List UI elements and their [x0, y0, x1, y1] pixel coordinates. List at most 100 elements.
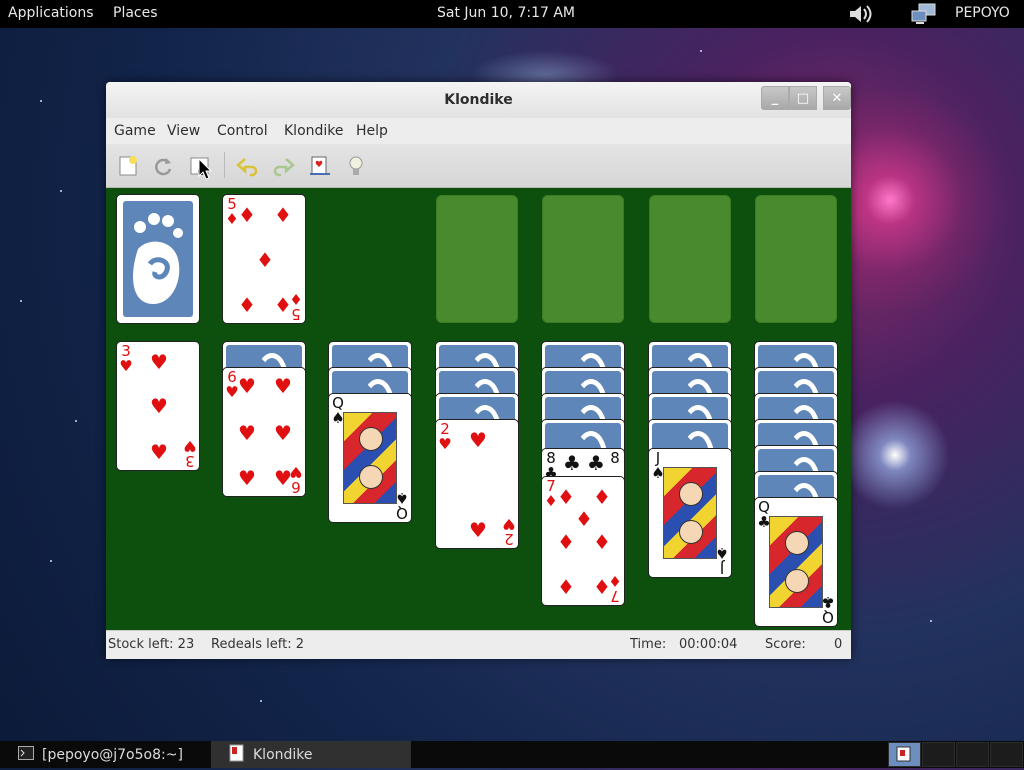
- diamond-pip: ♦: [256, 248, 274, 272]
- heart-pip: ♥: [238, 374, 256, 398]
- undo-icon[interactable]: [236, 154, 260, 178]
- taskbar-terminal-label: [pepoyo@j7o5o8:~]: [42, 746, 183, 763]
- tableau-card[interactable]: J ♠ J ♠: [648, 448, 732, 578]
- tableau-card[interactable]: 6 ♥ 6 ♥ ♥ ♥ ♥ ♥ ♥ ♥: [222, 367, 306, 497]
- time-label: Time:: [630, 637, 667, 652]
- hint-icon[interactable]: [344, 154, 368, 178]
- diamond-pip: ♦: [593, 530, 611, 554]
- queen-face-art: [343, 412, 397, 504]
- game-board: 5 ♦ 5 ♦ ♦ ♦ ♦ ♦ ♦ 3 ♥ 3 ♥ ♥ ♥ ♥ 6 ♥ 6 ♥ ♥ ♥ ♥: [106, 188, 851, 630]
- toolbar: [106, 144, 851, 188]
- heart-pip: ♥: [469, 428, 487, 452]
- star: [260, 700, 262, 702]
- applications-menu[interactable]: Applications: [8, 5, 94, 21]
- club-pip: ♣: [563, 451, 581, 475]
- new-game-icon[interactable]: [116, 154, 140, 178]
- terminal-icon: [18, 745, 34, 764]
- minimize-button[interactable]: _: [761, 86, 789, 110]
- redeals-left: Redeals left: 2: [211, 637, 305, 652]
- tableau-card[interactable]: 2 ♥ 2 ♥ ♥ ♥: [435, 419, 519, 549]
- diamond-pip: ♦: [274, 203, 292, 227]
- heart-pip: ♥: [274, 374, 292, 398]
- jack-face-art: [663, 467, 717, 559]
- card-rank: 3 ♥: [119, 342, 133, 375]
- taskbar-klondike[interactable]: Klondike: [211, 741, 411, 768]
- workspace-3[interactable]: [956, 742, 989, 767]
- star: [60, 190, 62, 192]
- foundation-slot[interactable]: [649, 195, 731, 323]
- heart-pip: ♥: [150, 350, 168, 374]
- maximize-button[interactable]: □: [789, 86, 817, 110]
- card-rank: 2 ♥: [438, 420, 452, 453]
- menu-help[interactable]: Help: [356, 123, 388, 139]
- places-menu[interactable]: Places: [113, 5, 158, 21]
- score-label: Score:: [765, 637, 806, 652]
- gnome-foot-icon: [123, 201, 193, 317]
- card-rank: Q ♣: [821, 593, 835, 626]
- diamond-pip: ♦: [557, 530, 575, 554]
- tableau-card[interactable]: 3 ♥ 3 ♥ ♥ ♥ ♥: [116, 341, 200, 471]
- stock-pile[interactable]: [116, 194, 200, 324]
- diamond-pip: ♦: [593, 575, 611, 599]
- tableau-card[interactable]: Q ♠ Q ♠: [328, 393, 412, 523]
- menu-control[interactable]: Control: [217, 123, 268, 139]
- score-value: 0: [834, 637, 843, 652]
- close-button[interactable]: ✕: [823, 86, 851, 110]
- foundation-slot[interactable]: [542, 195, 624, 323]
- diamond-pip: ♦: [575, 507, 593, 531]
- card-rank: 8: [610, 449, 620, 467]
- waste-card[interactable]: 5 ♦ 5 ♦ ♦ ♦ ♦ ♦ ♦: [222, 194, 306, 324]
- diamond-pip: ♦: [557, 575, 575, 599]
- diamond-pip: ♦: [238, 293, 256, 317]
- star: [930, 620, 932, 622]
- menubar: Game View Control Klondike Help: [106, 118, 851, 144]
- star: [700, 50, 702, 52]
- menu-klondike[interactable]: Klondike: [284, 123, 344, 139]
- queen-face-art: [769, 516, 823, 608]
- foundation-slot[interactable]: [436, 195, 518, 323]
- menu-game[interactable]: Game: [114, 123, 156, 139]
- time-value: 00:00:04: [679, 637, 738, 652]
- diamond-pip: ♦: [593, 485, 611, 509]
- speaker-icon[interactable]: [848, 4, 874, 28]
- tableau-card[interactable]: Q ♣ Q ♣: [754, 497, 838, 627]
- card-rank: Q ♠: [395, 489, 409, 522]
- star: [40, 100, 42, 102]
- titlebar[interactable]: Klondike _ □ ✕: [106, 82, 851, 118]
- star: [75, 420, 77, 422]
- workspace-1[interactable]: [888, 742, 921, 767]
- diamond-pip: ♦: [557, 485, 575, 509]
- heart-pip: ♥: [150, 394, 168, 418]
- workspace-2[interactable]: [922, 742, 955, 767]
- heart-pip: ♥: [274, 421, 292, 445]
- bottom-panel: [pepoyo@j7o5o8:~] Klondike: [0, 741, 1024, 768]
- diamond-pip: ♦: [238, 203, 256, 227]
- heart-pip: ♥: [238, 421, 256, 445]
- heart-pip: ♥: [469, 518, 487, 542]
- taskbar-klondike-label: Klondike: [253, 746, 313, 763]
- diamond-pip: ♦: [274, 293, 292, 317]
- heart-pip: ♥: [150, 440, 168, 464]
- workspace-4[interactable]: [990, 742, 1023, 767]
- user-menu[interactable]: PEPOYO: [955, 5, 1010, 21]
- status-bar: Stock left: 23 Redeals left: 2 Time: 00:…: [106, 630, 851, 659]
- menu-view[interactable]: View: [167, 123, 200, 139]
- firework-decoration: [840, 400, 950, 510]
- foundation-slot[interactable]: [755, 195, 837, 323]
- network-icon[interactable]: [911, 3, 937, 29]
- mouse-cursor-icon: [198, 158, 212, 180]
- tableau-card[interactable]: 7 ♦ 7 ♦ ♦ ♦ ♦ ♦ ♦ ♦ ♦: [541, 476, 625, 606]
- klondike-window: Klondike _ □ ✕ Game View Control Klondik…: [106, 82, 851, 659]
- restart-icon[interactable]: [151, 154, 175, 178]
- taskbar-terminal[interactable]: [pepoyo@j7o5o8:~]: [0, 741, 206, 768]
- star: [50, 560, 52, 562]
- heart-pip: ♥: [274, 466, 292, 490]
- window-title: Klondike: [444, 92, 513, 108]
- club-pip: ♣: [587, 451, 605, 475]
- klondike-icon: [229, 744, 245, 766]
- star: [20, 300, 22, 302]
- redo-icon[interactable]: [271, 154, 295, 178]
- clock[interactable]: Sat Jun 10, 7:17 AM: [437, 5, 575, 21]
- deal-icon[interactable]: [308, 154, 332, 178]
- card-rank: 3 ♥: [183, 437, 197, 470]
